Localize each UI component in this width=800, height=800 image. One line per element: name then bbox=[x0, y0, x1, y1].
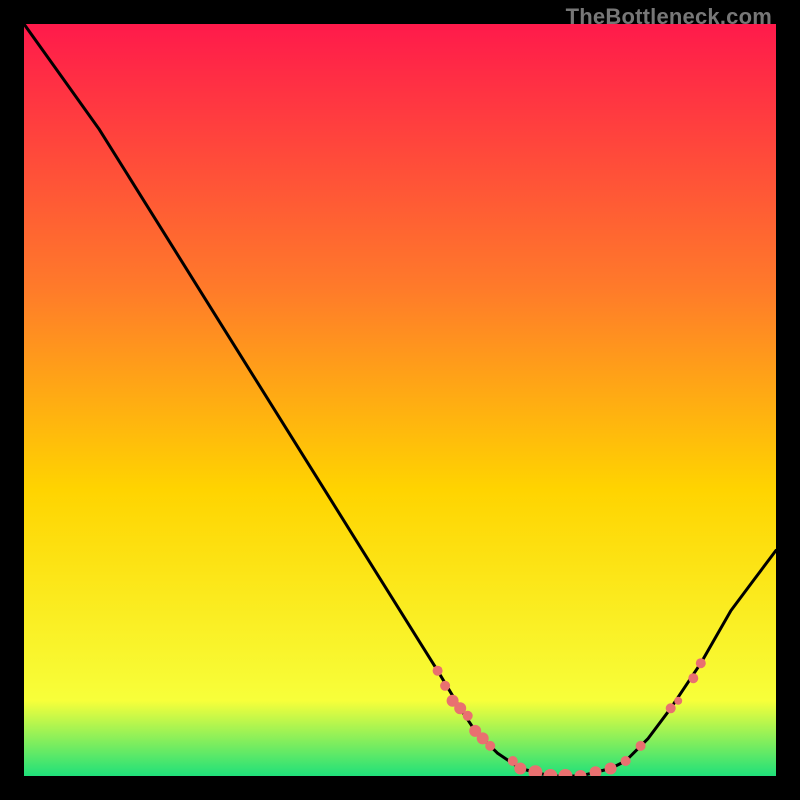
data-marker bbox=[485, 741, 495, 751]
chart-frame bbox=[24, 24, 776, 776]
data-marker bbox=[636, 741, 646, 751]
chart-svg bbox=[24, 24, 776, 776]
data-marker bbox=[433, 666, 443, 676]
data-marker bbox=[674, 697, 682, 705]
data-marker bbox=[514, 763, 526, 775]
data-marker bbox=[440, 681, 450, 691]
data-marker bbox=[463, 711, 473, 721]
data-marker bbox=[688, 673, 698, 683]
data-marker bbox=[621, 756, 631, 766]
chart-background bbox=[24, 24, 776, 776]
data-marker bbox=[666, 703, 676, 713]
data-marker bbox=[605, 763, 617, 775]
data-marker bbox=[696, 658, 706, 668]
